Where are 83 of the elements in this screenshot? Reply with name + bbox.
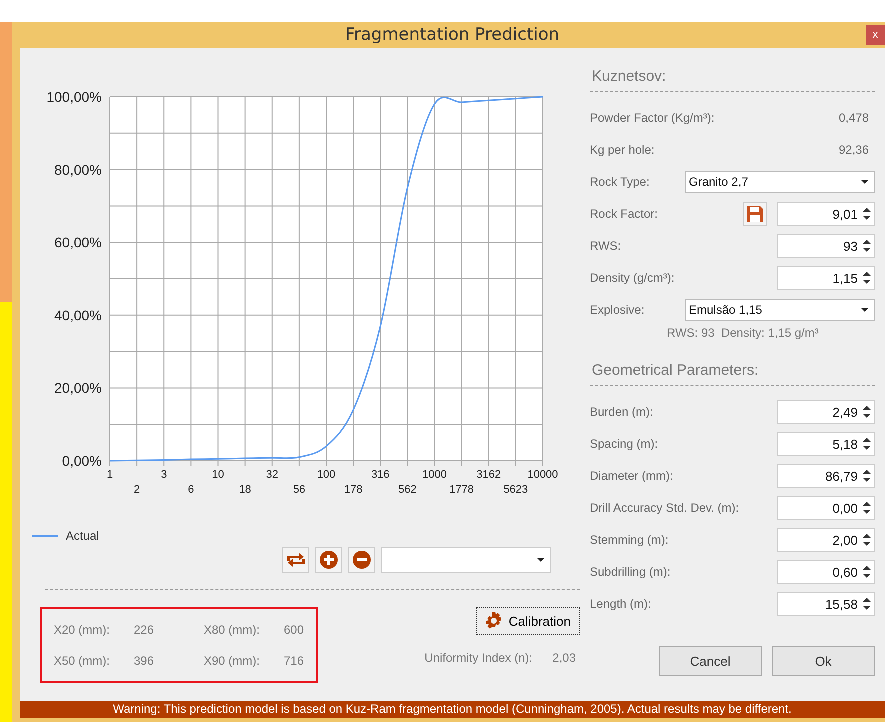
field-label: Kg per hole: bbox=[590, 143, 656, 157]
caret-icon bbox=[861, 180, 869, 184]
number-spinner[interactable]: 15,58 bbox=[777, 592, 875, 616]
field-label: Drill Accuracy Std. Dev. (m): bbox=[590, 501, 740, 515]
result-label: X90 (mm): bbox=[204, 654, 262, 668]
x-tick-label: 2 bbox=[134, 484, 140, 496]
caret-icon bbox=[537, 558, 545, 562]
field-label: Explosive: bbox=[590, 303, 646, 317]
gear-icon bbox=[484, 612, 503, 630]
section-heading: Geometrical Parameters: bbox=[590, 362, 875, 386]
explosive-info: RWS: 93 Density: 1,15 g/m³ bbox=[666, 326, 820, 340]
field-label: Spacing (m): bbox=[590, 437, 660, 451]
result-value: 396 bbox=[134, 654, 156, 668]
x-tick-label: 32 bbox=[266, 469, 278, 481]
field-label: Subdrilling (m): bbox=[590, 565, 672, 579]
y-tick-label: 100,00% bbox=[46, 89, 102, 105]
field-label: Diameter (mm): bbox=[590, 469, 674, 483]
result-value: 716 bbox=[284, 654, 306, 668]
dropdown[interactable]: Granito 2,7 bbox=[685, 171, 875, 193]
x-tick-label: 10 bbox=[212, 469, 224, 481]
number-spinner[interactable]: 1,15 bbox=[777, 266, 875, 290]
result-value: 600 bbox=[284, 622, 306, 636]
zoom-out-button[interactable] bbox=[348, 547, 375, 573]
field-label: Rock Factor: bbox=[590, 207, 660, 221]
dialog-button[interactable]: Cancel bbox=[659, 646, 762, 676]
result-label: X50 (mm): bbox=[54, 654, 112, 668]
swap-button[interactable] bbox=[282, 547, 309, 573]
x-tick-label: 1000 bbox=[422, 469, 447, 481]
caret-icon bbox=[861, 308, 869, 312]
field-label: Length (m): bbox=[590, 597, 652, 611]
x-tick-label: 562 bbox=[398, 484, 417, 496]
field-label: RWS: bbox=[590, 239, 622, 253]
field-value: 0,478 bbox=[838, 111, 870, 125]
number-spinner[interactable]: 0,00 bbox=[777, 496, 875, 520]
field-label: Density (g/cm³): bbox=[590, 271, 676, 285]
section-heading: Kuznetsov: bbox=[590, 68, 875, 92]
calibration-button[interactable]: Calibration bbox=[476, 607, 580, 635]
uniformity-value: 2,03 bbox=[552, 651, 576, 665]
legend-line-icon bbox=[32, 535, 58, 537]
y-tick-label: 20,00% bbox=[54, 380, 102, 396]
x-tick-label: 100 bbox=[317, 469, 336, 481]
field-label: Rock Type: bbox=[590, 175, 651, 189]
dropdown[interactable]: Emulsão 1,15 bbox=[685, 299, 875, 321]
x-tick-label: 316 bbox=[371, 469, 390, 481]
save-button[interactable] bbox=[743, 202, 767, 226]
x-tick-label: 5623 bbox=[504, 484, 528, 496]
field-label: Stemming (m): bbox=[590, 533, 670, 547]
x-tick-label: 56 bbox=[293, 484, 306, 496]
window-title: Fragmentation Prediction bbox=[345, 25, 560, 45]
y-tick-label: 0,00% bbox=[62, 453, 102, 469]
number-spinner[interactable]: 0,60 bbox=[777, 560, 875, 584]
field-label: Burden (m): bbox=[590, 405, 654, 419]
number-spinner[interactable]: 5,18 bbox=[777, 432, 875, 456]
plus-circle-icon bbox=[320, 551, 338, 569]
result-label: X80 (mm): bbox=[204, 622, 262, 636]
legend-label: Actual bbox=[66, 529, 100, 543]
field-value: 92,36 bbox=[838, 143, 870, 157]
x-tick-label: 3 bbox=[161, 469, 168, 481]
y-tick-label: 80,00% bbox=[54, 162, 102, 178]
warning-bar: Warning: This prediction model is based on Kuz-Ram fragmentation model (Cunningham, 2005). Actual results may be different. bbox=[20, 701, 885, 718]
x-tick-label: 1778 bbox=[450, 484, 474, 496]
number-spinner[interactable]: 2,00 bbox=[777, 528, 875, 552]
number-spinner[interactable]: 93 bbox=[777, 234, 875, 258]
zoom-in-button[interactable] bbox=[315, 547, 342, 573]
x-tick-label: 3162 bbox=[476, 469, 502, 481]
x-tick-label: 10000 bbox=[528, 469, 558, 481]
x-tick-label: 6 bbox=[188, 484, 194, 496]
result-value: 226 bbox=[134, 622, 156, 636]
minus-circle-icon bbox=[352, 551, 370, 569]
result-label: X20 (mm): bbox=[54, 622, 112, 636]
x-tick-label: 1 bbox=[106, 469, 114, 481]
uniformity-label: Uniformity Index (n): bbox=[424, 651, 533, 665]
close-button[interactable]: x bbox=[866, 25, 885, 45]
dialog-button[interactable]: Ok bbox=[772, 646, 875, 676]
x-tick-label: 178 bbox=[344, 484, 363, 496]
field-label: Powder Factor (Kg/m³): bbox=[590, 111, 716, 125]
x-tick-label: 18 bbox=[239, 484, 252, 496]
number-spinner[interactable]: 2,49 bbox=[777, 400, 875, 424]
number-spinner[interactable]: 9,01 bbox=[777, 202, 875, 226]
number-spinner[interactable]: 86,79 bbox=[777, 464, 875, 488]
y-tick-label: 40,00% bbox=[54, 307, 102, 324]
swap-arrows-icon bbox=[286, 552, 306, 568]
y-tick-label: 60,00% bbox=[54, 234, 102, 251]
